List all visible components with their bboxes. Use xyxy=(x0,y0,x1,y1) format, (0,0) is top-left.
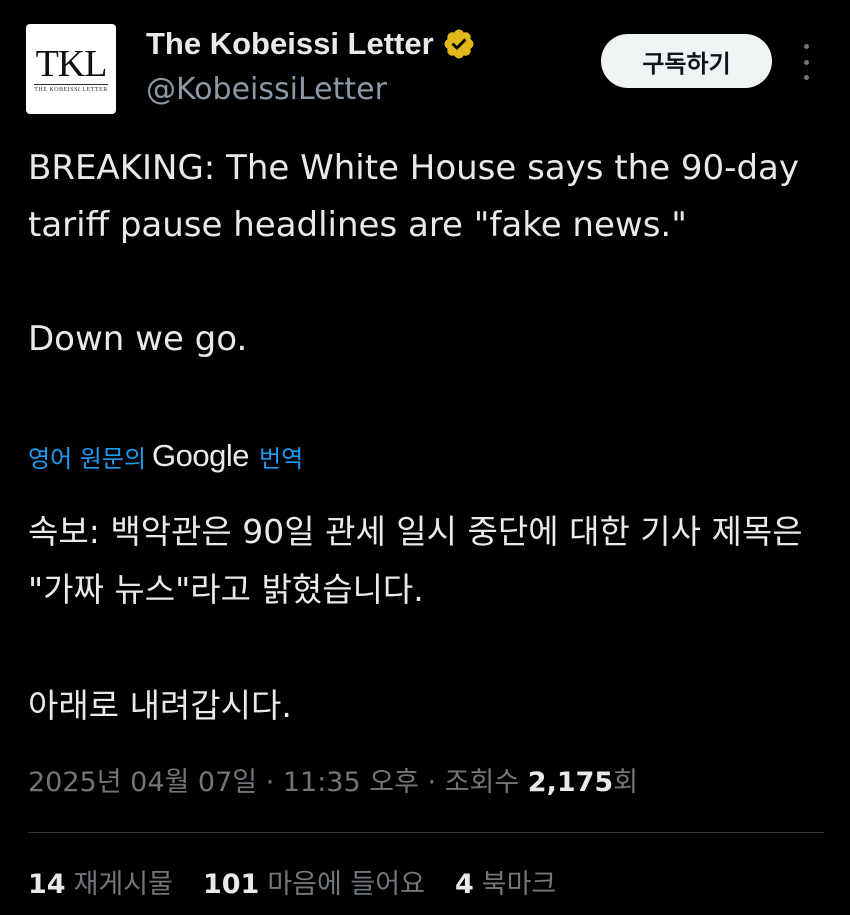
display-name[interactable]: The Kobeissi Letter xyxy=(146,26,434,62)
avatar[interactable]: TKL THE KOBEISSI LETTER xyxy=(26,24,116,114)
more-dot xyxy=(803,44,809,49)
author-name-row[interactable]: The Kobeissi Letter xyxy=(146,26,476,62)
likes-count: 101 xyxy=(202,869,260,900)
reposts-label: 재게시물 xyxy=(73,869,173,900)
more-dot xyxy=(803,59,809,65)
avatar-logo-subtitle: THE KOBEISSI LETTER xyxy=(34,83,108,93)
translation-attribution[interactable]: 영어 원문의 Google 번역 xyxy=(28,438,303,474)
tweet-datetime[interactable]: 2025년 04월 07일 · 11:35 오후 · 조회수 xyxy=(28,767,528,798)
divider xyxy=(28,832,824,833)
engagement-stats: 14 재게시물 101 마음에 들어요 4 북마크 xyxy=(28,862,586,901)
tweet-meta: 2025년 04월 07일 · 11:35 오후 · 조회수 2,175회 xyxy=(28,760,638,799)
view-count: 2,175 xyxy=(527,767,614,798)
bookmarks-count: 4 xyxy=(454,869,474,900)
more-options-icon[interactable] xyxy=(794,44,818,80)
more-dot xyxy=(803,75,809,80)
reposts-count: 14 xyxy=(28,869,66,900)
verified-badge-icon[interactable] xyxy=(442,27,476,61)
translated-text: 속보: 백악관은 90일 관세 일시 중단에 대한 기사 제목은 "가짜 뉴스"… xyxy=(28,512,803,725)
likes-stat[interactable]: 101 마음에 들어요 xyxy=(203,862,425,901)
subscribe-button[interactable]: 구독하기 xyxy=(601,34,772,88)
author-handle[interactable]: @KobeissiLetter xyxy=(146,72,387,107)
reposts-stat[interactable]: 14 재게시물 xyxy=(28,862,173,901)
google-logo: Google xyxy=(152,438,249,473)
view-suffix: 회 xyxy=(613,767,639,798)
avatar-logo: TKL xyxy=(35,42,108,85)
translation-prefix[interactable]: 영어 원문의 xyxy=(28,439,146,474)
tweet-text: BREAKING: The White House says the 90-da… xyxy=(28,148,799,359)
bookmarks-stat[interactable]: 4 북마크 xyxy=(455,862,556,901)
translation-suffix[interactable]: 번역 xyxy=(259,439,303,474)
bookmarks-label: 북마크 xyxy=(481,869,557,900)
likes-label: 마음에 들어요 xyxy=(267,869,425,900)
